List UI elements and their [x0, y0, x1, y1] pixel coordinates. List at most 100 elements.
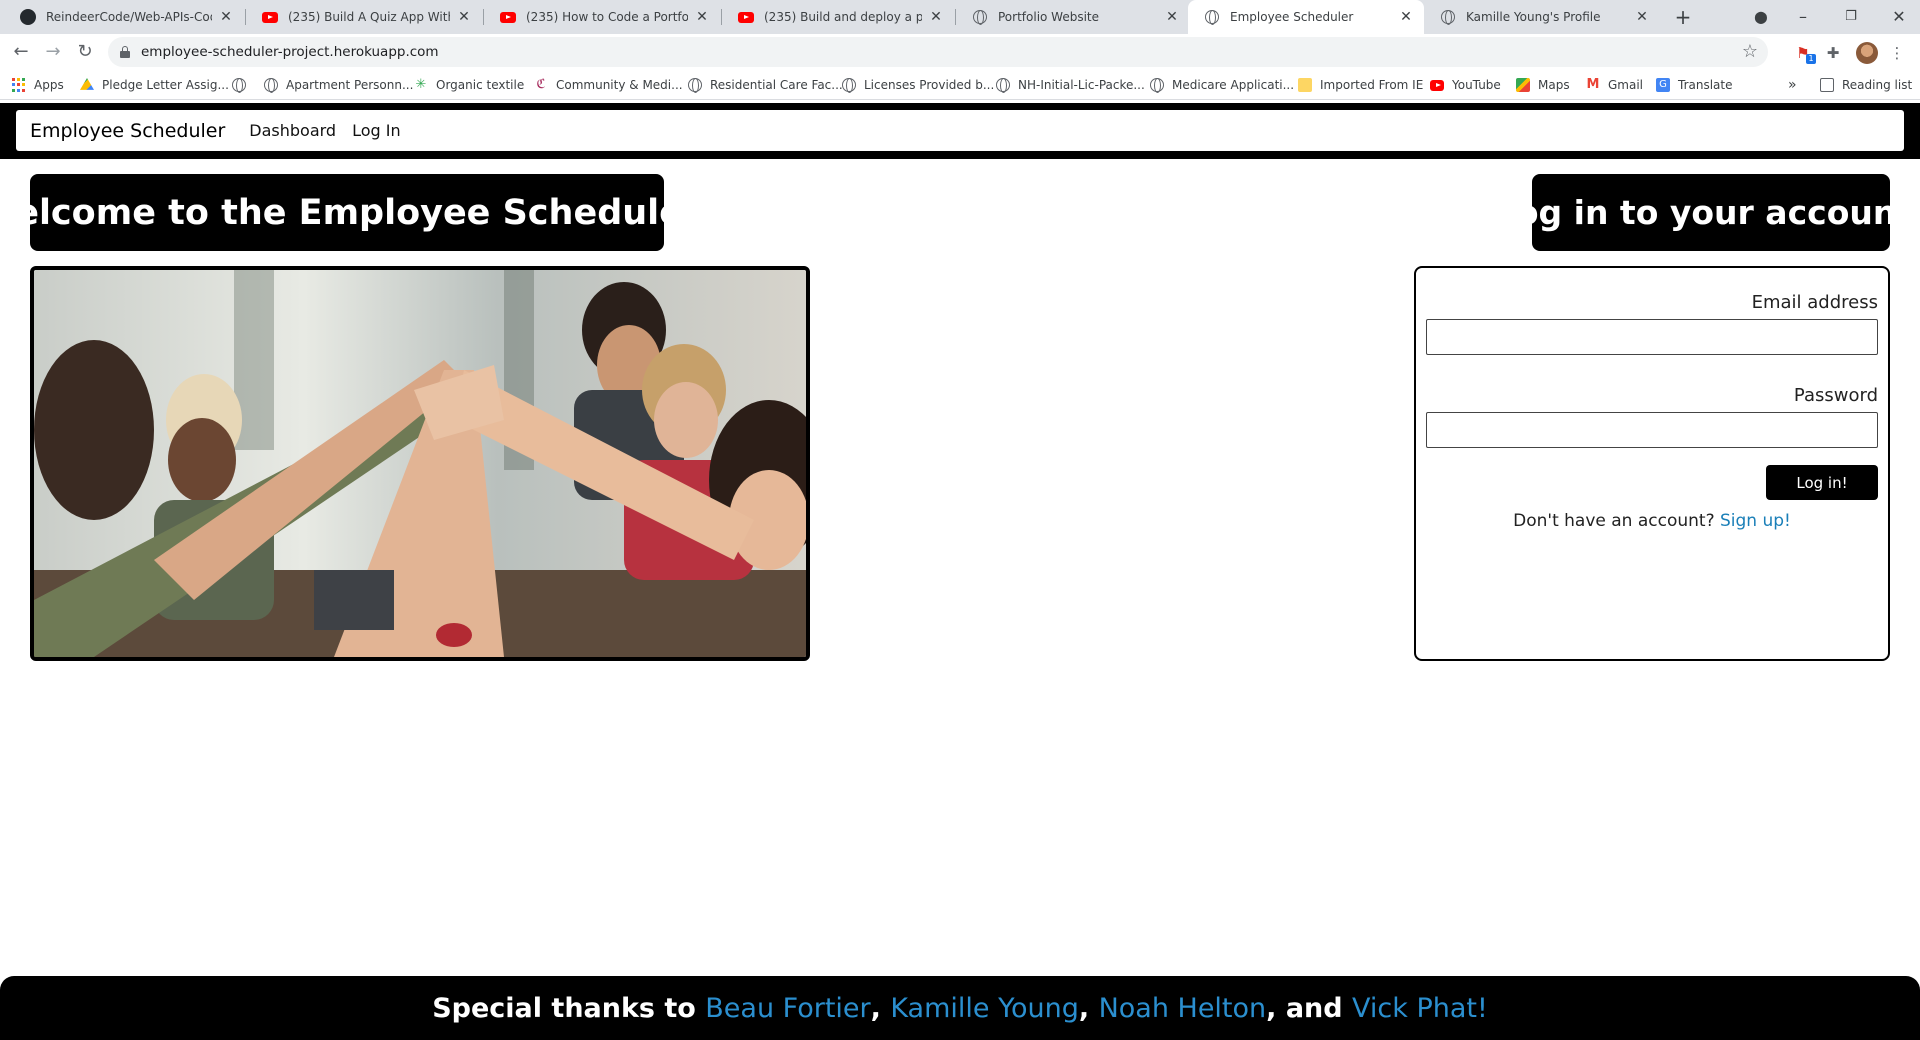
tab-title: (235) How to Code a Portfolio S	[526, 10, 688, 24]
tab-github[interactable]: ReindeerCode/Web-APIs-Code- ✕	[4, 0, 244, 34]
close-icon[interactable]: ✕	[1634, 9, 1650, 25]
password-field[interactable]	[1426, 412, 1878, 448]
footer-prefix: Special thanks to	[432, 992, 696, 1024]
address-bar[interactable]: employee-scheduler-project.herokuapp.com…	[108, 37, 1768, 67]
reload-icon[interactable]: ↻	[74, 41, 96, 63]
tab-portfolio-deploy[interactable]: (235) Build and deploy a portfoli ✕	[722, 0, 954, 34]
github-icon	[20, 9, 36, 25]
bookmark-translate[interactable]: G Translate	[1656, 77, 1733, 93]
tab-portfolio-website[interactable]: Portfolio Website ✕	[956, 0, 1190, 34]
window-close-icon[interactable]: ✕	[1890, 8, 1908, 26]
footer-separator: ,	[870, 992, 881, 1024]
youtube-icon	[738, 9, 754, 25]
reading-list-button[interactable]: Reading list	[1820, 77, 1912, 93]
globe-icon	[1204, 9, 1220, 25]
bookmark-nh-initial[interactable]: NH-Initial-Lic-Packe...	[996, 77, 1145, 93]
welcome-heading: Welcome to the Employee Scheduler!	[0, 174, 716, 251]
globe-icon	[232, 78, 246, 93]
globe-icon	[842, 78, 856, 93]
leaf-icon: ✳	[415, 77, 427, 92]
youtube-icon	[1430, 78, 1444, 92]
bookmark-label: Medicare Applicati...	[1172, 78, 1295, 92]
tab-quiz-app[interactable]: (235) Build A Quiz App With Jav ✕	[246, 0, 482, 34]
credit-link-beau[interactable]: Beau Fortier	[705, 993, 870, 1024]
restore-icon[interactable]: ❐	[1842, 8, 1860, 26]
bookmark-organic-textile[interactable]: ✳ Organic textile	[414, 77, 525, 93]
new-tab-button[interactable]: +	[1674, 7, 1692, 27]
tab-title: Portfolio Website	[998, 10, 1100, 24]
bookmark-imported-ie[interactable]: Imported From IE	[1298, 77, 1423, 93]
bookmark-community[interactable]: ℭ Community & Medi...	[534, 77, 682, 93]
close-icon[interactable]: ✕	[1164, 9, 1180, 25]
bookmarks-overflow-button[interactable]: »	[1788, 77, 1797, 93]
bookmark-youtube[interactable]: YouTube	[1430, 77, 1501, 93]
tab-portfolio-code[interactable]: (235) How to Code a Portfolio S ✕	[484, 0, 720, 34]
bookmark-label: Organic textile	[436, 78, 525, 92]
back-arrow-icon[interactable]: ←	[10, 41, 32, 63]
globe-icon	[996, 78, 1010, 93]
credit-link-kamille[interactable]: Kamille Young	[890, 993, 1079, 1024]
password-label: Password	[1793, 385, 1878, 406]
bookmark-medicare[interactable]: Medicare Applicati...	[1150, 77, 1294, 93]
team-photo	[34, 270, 806, 657]
url-text[interactable]: employee-scheduler-project.herokuapp.com	[141, 44, 439, 60]
login-heading: Log in to your account!	[1495, 174, 1920, 251]
bookmarks-bar: Apps Pledge Letter Assig... Apartment Pe…	[0, 70, 1920, 100]
signup-link[interactable]: Sign up!	[1720, 511, 1791, 531]
bookmark-label: Apps	[34, 78, 64, 92]
bookmark-licenses[interactable]: Licenses Provided b...	[842, 77, 994, 93]
tab-title: Employee Scheduler	[1230, 10, 1354, 24]
apps-grid-icon	[12, 78, 26, 92]
navbar-inner: Employee Scheduler Dashboard Log In	[16, 110, 1904, 151]
avatar[interactable]	[1856, 42, 1878, 64]
nav-link-login[interactable]: Log In	[352, 121, 401, 140]
drive-icon	[80, 78, 94, 90]
email-field[interactable]	[1426, 319, 1878, 355]
menu-icon[interactable]: ⋮	[1888, 44, 1906, 62]
footer: Special thanks to Beau Fortier, Kamille …	[0, 976, 1920, 1040]
tab-search-icon[interactable]: ⬤	[1752, 8, 1770, 26]
close-icon[interactable]: ✕	[694, 9, 710, 25]
translate-icon: G	[1656, 78, 1670, 92]
bookmark-label: Imported From IE	[1320, 78, 1424, 92]
bookmark-gmail[interactable]: M Gmail	[1586, 77, 1643, 93]
globe-icon	[1150, 78, 1164, 93]
signup-prompt-text: Don't have an account?	[1513, 511, 1715, 531]
bookmark-apps[interactable]: Apps	[12, 77, 64, 93]
bookmark-residential-care[interactable]: Residential Care Fac...	[688, 77, 843, 93]
bookmark-label: Apartment Personn...	[286, 78, 414, 92]
footer-separator: ,	[1078, 992, 1090, 1024]
tab-employee-scheduler[interactable]: Employee Scheduler ✕	[1188, 0, 1424, 34]
bookmark-label: YouTube	[1452, 78, 1501, 92]
team-high-five-image	[30, 266, 810, 661]
bookmark-label: Pledge Letter Assig...	[102, 78, 229, 92]
tab-title: (235) Build A Quiz App With Jav	[288, 10, 450, 24]
bookmark-globe[interactable]	[232, 77, 254, 93]
close-icon[interactable]: ✕	[1398, 9, 1414, 25]
close-icon[interactable]: ✕	[218, 9, 234, 25]
tab-title: ReindeerCode/Web-APIs-Code-	[46, 10, 212, 24]
bookmark-pledge-letter[interactable]: Pledge Letter Assig...	[80, 77, 229, 93]
tab-kamille-profile[interactable]: Kamille Young's Profile ✕	[1424, 0, 1660, 34]
lock-icon	[120, 46, 130, 58]
bookmark-label: Gmail	[1608, 78, 1644, 92]
puzzle-icon[interactable]: ✚	[1824, 44, 1842, 62]
credit-link-vick[interactable]: Vick Phat!	[1352, 993, 1488, 1024]
youtube-icon	[500, 9, 516, 25]
minimize-icon[interactable]: –	[1794, 8, 1812, 26]
close-icon[interactable]: ✕	[928, 9, 944, 25]
nav-link-dashboard[interactable]: Dashboard	[249, 121, 336, 140]
navbar-brand[interactable]: Employee Scheduler	[30, 120, 225, 142]
folder-icon	[1298, 78, 1312, 92]
bookmark-star-icon[interactable]: ☆	[1742, 41, 1758, 62]
bookmark-label: Licenses Provided b...	[864, 78, 995, 92]
credit-link-noah[interactable]: Noah Helton	[1099, 993, 1267, 1024]
signup-prompt: Don't have an account? Sign up!	[1416, 511, 1888, 531]
bookmark-maps[interactable]: Maps	[1516, 77, 1570, 93]
forward-arrow-icon[interactable]: →	[42, 41, 64, 63]
bookmark-label: Maps	[1538, 78, 1570, 92]
login-button[interactable]: Log in!	[1766, 465, 1878, 500]
gmail-icon: M	[1586, 77, 1600, 92]
close-icon[interactable]: ✕	[456, 9, 472, 25]
bookmark-apartment[interactable]: Apartment Personn...	[264, 77, 413, 93]
